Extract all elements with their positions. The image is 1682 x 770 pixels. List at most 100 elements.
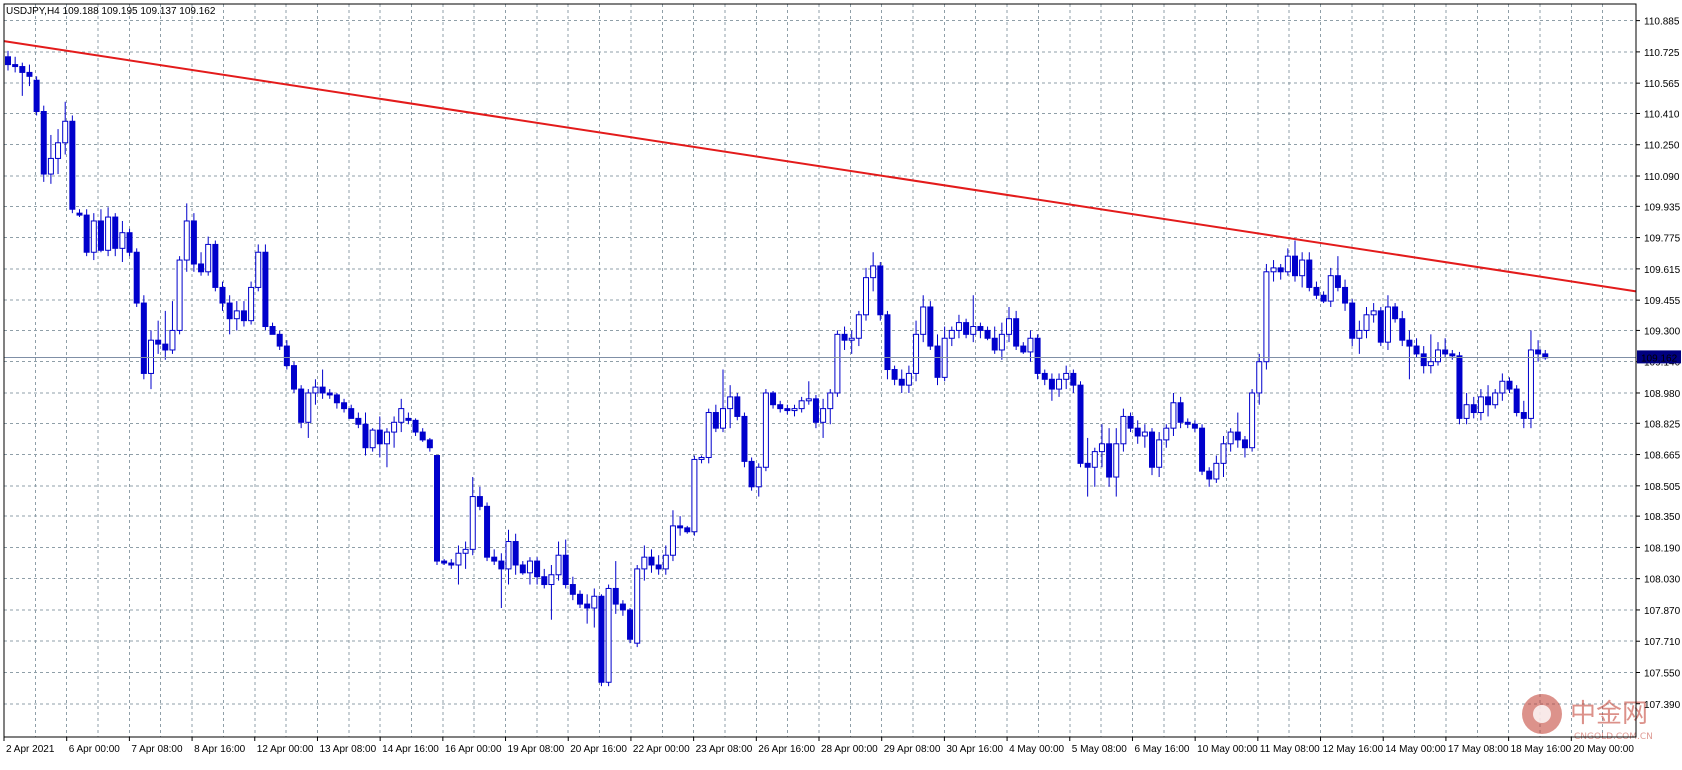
candle-body-bear (684, 527, 691, 533)
candle-body-bull (505, 541, 512, 570)
candle-body-bear (1292, 255, 1298, 277)
candle-body-bull (591, 595, 598, 609)
candle (133, 248, 140, 307)
y-tick-label: 108.190 (1644, 543, 1681, 554)
candle-body-bull (720, 408, 726, 429)
candle-body-bear (1134, 427, 1141, 437)
candle-body-bear (1399, 318, 1406, 341)
candle (691, 455, 698, 536)
candle-body-bear (448, 562, 455, 566)
candle-body-bull (455, 552, 462, 566)
candle-body-bear (1470, 404, 1477, 414)
candle-body-bear (348, 408, 355, 419)
candle-body-bull (462, 548, 469, 554)
y-tick-label: 109.300 (1644, 326, 1681, 337)
candle (834, 330, 841, 397)
candle (40, 105, 47, 182)
candle-body-bear (984, 329, 991, 339)
candle-body-bear (212, 243, 219, 288)
candle-body-bull (1427, 361, 1434, 367)
candle-body-bull (791, 408, 798, 412)
candle-body-bear (97, 220, 104, 251)
candle-body-bear (319, 386, 326, 394)
candle-body-bull (669, 525, 676, 556)
candle-body-bull (47, 157, 54, 175)
candle-body-bear (1041, 372, 1048, 380)
candle-body-bull (369, 429, 376, 449)
candle-body-bear (190, 220, 197, 265)
candle-body-bull (169, 329, 176, 351)
candle-body-bear (963, 322, 970, 335)
x-tick-label: 20 Apr 16:00 (570, 744, 627, 755)
candle-body-bear (69, 120, 76, 210)
candle-body-bull (526, 560, 533, 574)
candle-body-bear (512, 541, 519, 566)
candle-body-bull (1263, 271, 1270, 363)
candle-body-bull (1227, 431, 1234, 445)
candle-body-bull (634, 568, 641, 644)
candle-body-bear (262, 251, 269, 328)
candle-body-bear (40, 111, 47, 175)
candle-body-bear (33, 79, 40, 113)
candle-body-bull (1477, 396, 1484, 414)
x-tick-label: 14 Apr 16:00 (382, 744, 439, 755)
candle-body-bull (1284, 255, 1291, 273)
y-tick-label: 110.565 (1644, 79, 1680, 90)
candle-body-bull (548, 574, 555, 586)
candle-body-bear (655, 564, 662, 570)
candlestick-chart[interactable]: 中金网 CNGOLD.COM.CN 110.885110.725110.5651… (0, 0, 1682, 765)
candle-body-bear (426, 439, 433, 449)
candle-body-bear (991, 337, 998, 351)
candle (83, 209, 90, 257)
candle (734, 392, 741, 421)
candle-body-bear (1334, 275, 1341, 288)
candle-body-bull (827, 392, 834, 410)
candle-body-bear (1277, 267, 1284, 273)
candle (598, 594, 605, 687)
candle-body-bull (948, 329, 955, 339)
candle-body-bear (1513, 388, 1520, 414)
candle (605, 584, 612, 687)
candle-body-bear (534, 560, 541, 578)
candle-body-bear (5, 56, 11, 66)
candle-body-bear (405, 417, 412, 421)
candle-body-bear (1191, 423, 1198, 429)
symbol-header: USDJPY,H4 109.188 109.195 109.137 109.16… (6, 6, 216, 17)
candle-body-bear (1084, 462, 1091, 468)
candle-body-bull (1141, 431, 1148, 437)
y-tick-label: 110.090 (1644, 172, 1680, 183)
candle-body-bull (1249, 392, 1256, 449)
candle (212, 240, 219, 292)
candle-body-bear (841, 333, 848, 341)
candle-body-bear (612, 587, 619, 605)
candle-body-bear (484, 505, 491, 558)
candle-body-bull (1527, 349, 1534, 419)
candle-body-bull (248, 286, 255, 322)
candle-body-bear (1199, 427, 1206, 472)
candle-body-bull (1091, 451, 1098, 468)
candle-body-bull (998, 333, 1005, 351)
candle-body-bear (648, 556, 655, 566)
candle-body-bear (1349, 302, 1356, 339)
candle-body-bull (391, 421, 398, 433)
candle-body-bear (877, 265, 884, 316)
candle-body-bull (1056, 378, 1063, 390)
x-tick-label: 13 Apr 08:00 (319, 744, 376, 755)
candle (369, 428, 376, 452)
candle-body-bull (691, 458, 698, 533)
candle-body-bull (905, 372, 912, 386)
candle (140, 295, 147, 380)
candle-body-bull (555, 554, 562, 576)
candle-body-bull (205, 243, 212, 273)
chart-window[interactable]: 中金网 CNGOLD.COM.CN 110.885 110.725 110.565 1… (0, 0, 1682, 765)
x-tick-label: 8 Apr 16:00 (194, 744, 246, 755)
candle-body-bull (970, 326, 977, 335)
x-tick-label: 30 Apr 16:00 (946, 744, 1003, 755)
candle-body-bear (140, 302, 147, 374)
candle-body-bull (1156, 439, 1163, 468)
x-tick-label: 20 May 00:00 (1573, 744, 1634, 755)
candle-body-bear (476, 496, 483, 507)
candle-body-bear (898, 378, 905, 386)
candle-body-bear (1127, 415, 1134, 429)
candle (884, 310, 891, 380)
